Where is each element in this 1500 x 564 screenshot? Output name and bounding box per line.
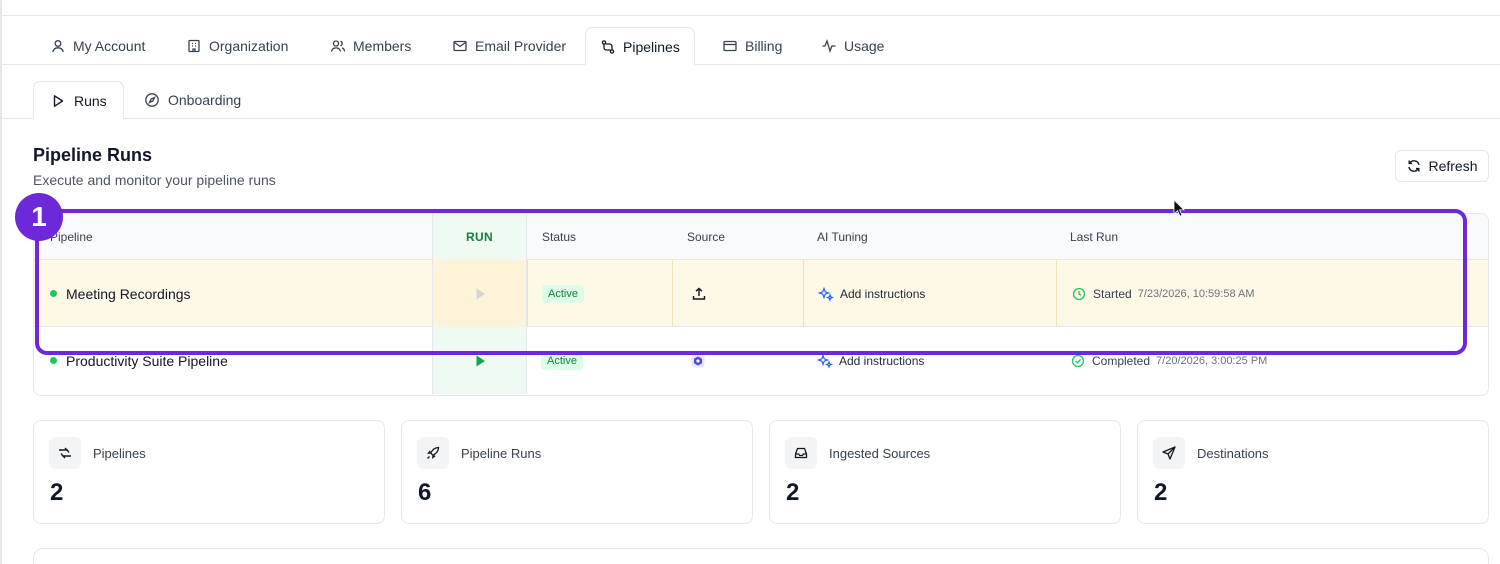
tab-label: Onboarding bbox=[168, 92, 242, 108]
tab-label: Members bbox=[353, 38, 412, 54]
refresh-button[interactable]: Refresh bbox=[1395, 150, 1489, 182]
ai-tuning-label: Add instructions bbox=[840, 286, 926, 301]
column-header-status: Status bbox=[542, 230, 577, 244]
stat-card-pipelines: Pipelines 2 bbox=[33, 420, 385, 524]
last-run-cell: Completed 7/20/2026, 3:00:25 PM bbox=[1056, 327, 1488, 394]
status-badge: Active bbox=[541, 351, 583, 370]
status-cell: Active bbox=[527, 327, 672, 394]
status-cell: Active bbox=[527, 260, 672, 327]
tab-pipelines[interactable]: Pipelines bbox=[585, 27, 695, 66]
play-icon bbox=[50, 93, 66, 109]
stat-value: 2 bbox=[1154, 479, 1168, 506]
pipeline-cell: Productivity Suite Pipeline bbox=[50, 327, 228, 394]
stat-value: 2 bbox=[50, 479, 64, 506]
tab-billing[interactable]: Billing bbox=[708, 27, 796, 65]
tab-label: Billing bbox=[745, 38, 783, 54]
column-header-source: Source bbox=[687, 230, 726, 244]
building-icon bbox=[186, 38, 202, 54]
stat-label: Pipelines bbox=[93, 446, 146, 461]
page-subtitle: Execute and monitor your pipeline runs bbox=[33, 172, 276, 188]
mouse-cursor-icon bbox=[1173, 199, 1185, 217]
table-header: Pipeline RUN Status Source AI Tuning Las… bbox=[34, 214, 1488, 260]
tab-label: Pipelines bbox=[623, 38, 680, 55]
inbox-icon bbox=[785, 437, 817, 469]
run-button[interactable] bbox=[432, 260, 527, 327]
pipeline-icon bbox=[600, 39, 616, 55]
last-run-cell: Started 7/23/2026, 10:59:58 AM bbox=[1056, 260, 1488, 327]
stat-label: Ingested Sources bbox=[829, 446, 931, 461]
top-bar bbox=[0, 0, 1500, 16]
pipelines-icon bbox=[49, 437, 81, 469]
annotation-marker: 1 bbox=[15, 193, 63, 241]
users-icon bbox=[330, 38, 346, 54]
mail-icon bbox=[452, 38, 468, 54]
stat-label: Pipeline Runs bbox=[461, 446, 542, 461]
last-run-status: Started bbox=[1093, 286, 1132, 301]
column-header-ai-tuning: AI Tuning bbox=[817, 230, 868, 244]
tab-email-provider[interactable]: Email Provider bbox=[438, 27, 580, 65]
refresh-label: Refresh bbox=[1428, 158, 1478, 174]
compass-icon bbox=[144, 92, 160, 108]
stat-card-ingested-sources: Ingested Sources 2 bbox=[769, 420, 1121, 524]
user-icon bbox=[50, 38, 66, 54]
clock-icon bbox=[1071, 286, 1087, 302]
tab-label: Organization bbox=[209, 38, 289, 54]
stat-card-pipeline-runs: Pipeline Runs 6 bbox=[401, 420, 753, 524]
tab-label: Usage bbox=[844, 38, 885, 54]
send-icon bbox=[1153, 437, 1185, 469]
stat-value: 2 bbox=[786, 479, 800, 506]
activity-icon bbox=[821, 38, 837, 54]
play-icon bbox=[472, 286, 488, 302]
ai-tuning-cell: Add instructions bbox=[803, 260, 1056, 327]
add-instructions-link[interactable]: Add instructions bbox=[818, 286, 925, 302]
column-header-last-run: Last Run bbox=[1070, 230, 1119, 244]
pipeline-cell: Meeting Recordings bbox=[50, 260, 191, 327]
bottom-panel bbox=[33, 548, 1489, 564]
run-button[interactable] bbox=[432, 327, 527, 394]
stat-label: Destinations bbox=[1197, 446, 1269, 461]
ai-tuning-label: Add instructions bbox=[839, 353, 925, 368]
last-run-status: Completed bbox=[1092, 353, 1151, 368]
pipeline-name: Productivity Suite Pipeline bbox=[66, 352, 228, 369]
sparkles-icon bbox=[817, 353, 833, 369]
upload-icon[interactable] bbox=[688, 283, 710, 305]
refresh-icon bbox=[1406, 158, 1422, 174]
status-badge: Active bbox=[542, 284, 584, 303]
last-run-time: 7/23/2026, 10:59:58 AM bbox=[1137, 287, 1255, 300]
stat-card-destinations: Destinations 2 bbox=[1137, 420, 1489, 524]
tab-label: Runs bbox=[74, 92, 107, 109]
status-dot bbox=[50, 290, 57, 297]
table-row[interactable]: Productivity Suite Pipeline Active Add i… bbox=[34, 327, 1488, 394]
page-title: Pipeline Runs bbox=[33, 145, 153, 165]
tab-label: Email Provider bbox=[475, 38, 567, 54]
source-cell bbox=[672, 260, 803, 327]
pipeline-runs-table: Pipeline RUN Status Source AI Tuning Las… bbox=[33, 213, 1489, 396]
tab-my-account[interactable]: My Account bbox=[36, 27, 159, 65]
cloud-app-icon[interactable] bbox=[687, 350, 709, 372]
tab-members[interactable]: Members bbox=[316, 27, 425, 65]
tab-organization[interactable]: Organization bbox=[172, 27, 302, 65]
table-row[interactable]: Meeting Recordings Active Add instructio… bbox=[34, 260, 1488, 327]
column-header-run: RUN bbox=[432, 214, 527, 260]
tab-usage[interactable]: Usage bbox=[807, 27, 898, 65]
sparkles-icon bbox=[818, 286, 834, 302]
sub-tab-bar: Runs Onboarding bbox=[0, 81, 1500, 120]
ai-tuning-cell: Add instructions bbox=[803, 327, 1056, 394]
pipeline-name: Meeting Recordings bbox=[66, 285, 191, 302]
source-cell bbox=[672, 327, 803, 394]
main-tab-bar: My Account Organization Members Email Pr… bbox=[0, 27, 1500, 66]
play-icon bbox=[472, 353, 488, 369]
last-run-time: 7/20/2026, 3:00:25 PM bbox=[1156, 354, 1268, 367]
rocket-icon bbox=[417, 437, 449, 469]
credit-card-icon bbox=[722, 38, 738, 54]
tab-runs[interactable]: Runs bbox=[33, 81, 124, 120]
tab-label: My Account bbox=[73, 38, 146, 54]
status-dot bbox=[50, 357, 57, 364]
add-instructions-link[interactable]: Add instructions bbox=[817, 353, 924, 369]
check-circle-icon bbox=[1070, 353, 1086, 369]
stat-value: 6 bbox=[418, 479, 432, 506]
tab-onboarding[interactable]: Onboarding bbox=[128, 81, 257, 119]
